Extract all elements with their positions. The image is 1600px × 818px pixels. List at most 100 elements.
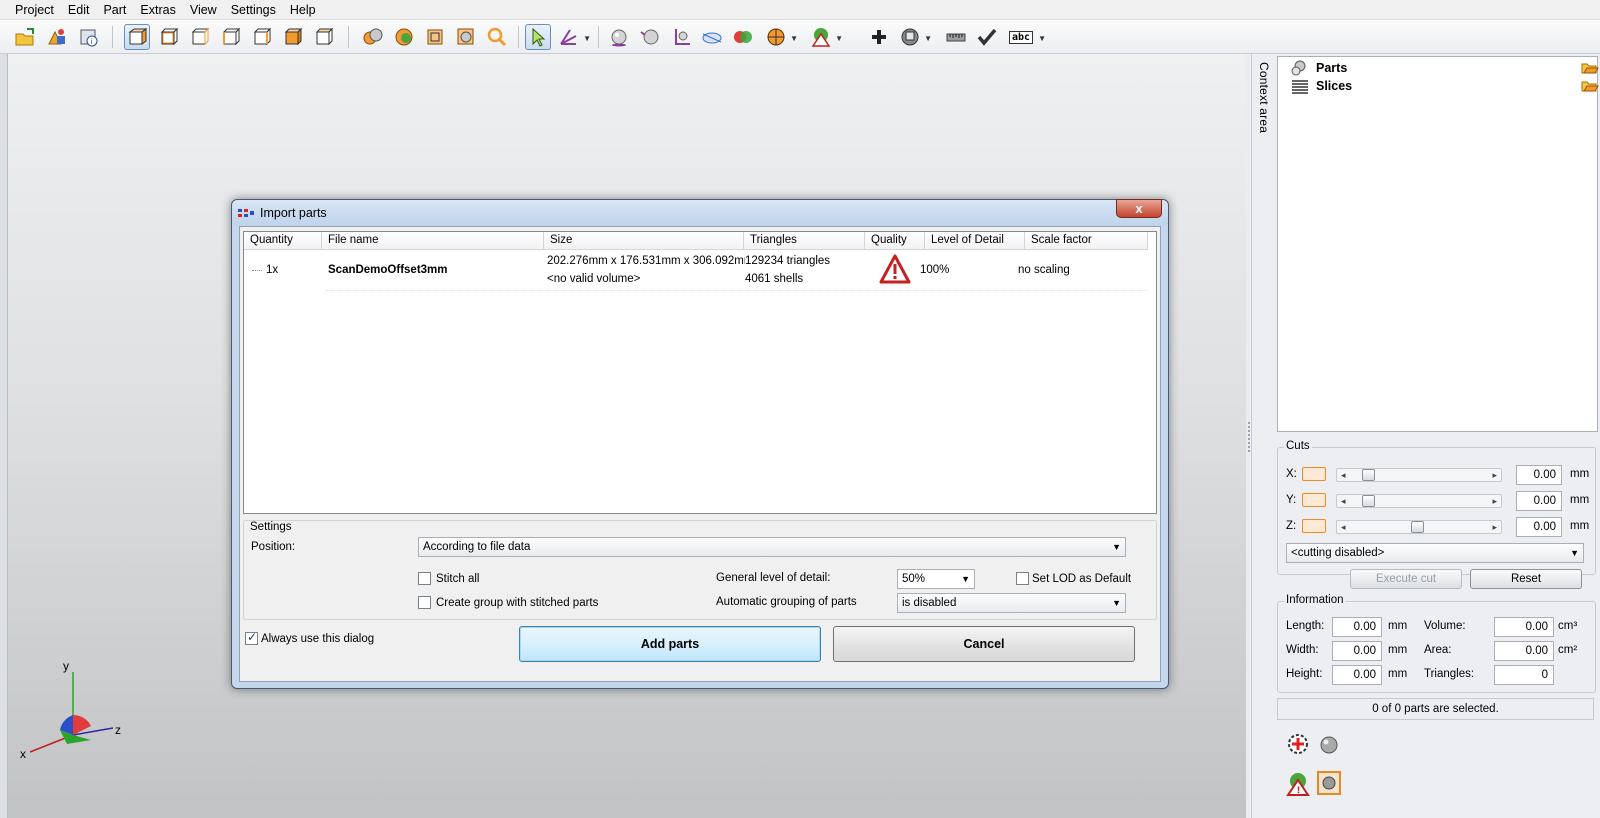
sphere-icon[interactable] — [606, 24, 632, 50]
cut-x-toggle[interactable] — [1302, 467, 1326, 481]
tree-label-parts: Parts — [1316, 61, 1348, 75]
auto-group-label: Automatic grouping of parts — [716, 596, 857, 608]
view-top-icon[interactable] — [279, 24, 305, 50]
col-quantity[interactable]: Quantity — [244, 232, 322, 250]
fix-warning-icon[interactable]: ! — [1285, 771, 1311, 800]
add-part-icon[interactable] — [43, 24, 69, 50]
open-project-icon[interactable] — [12, 24, 38, 50]
view-left-icon[interactable] — [217, 24, 243, 50]
cancel-button[interactable]: Cancel — [833, 626, 1135, 662]
menu-edit[interactable]: Edit — [61, 0, 97, 20]
file-name-cell: ScanDemoOffset3mm — [328, 264, 448, 276]
select-arrow-icon[interactable] — [525, 24, 551, 50]
cut-z-slider[interactable]: ◂ ▸ — [1336, 520, 1502, 534]
axis-x-label: x — [20, 747, 26, 760]
cut-x-slider[interactable]: ◂ ▸ — [1336, 468, 1502, 482]
col-quality[interactable]: Quality — [865, 232, 925, 250]
view-front-icon[interactable] — [155, 24, 181, 50]
context-area-strip[interactable]: Context area — [1251, 54, 1275, 818]
position-select[interactable]: According to file data ▼ — [418, 537, 1126, 557]
checkmark-icon[interactable] — [974, 24, 1000, 50]
view-right-icon[interactable] — [248, 24, 274, 50]
cut-x-input[interactable]: 0.00 — [1516, 465, 1562, 485]
sphere-display-icon[interactable] — [1317, 733, 1341, 760]
left-edge — [0, 54, 8, 818]
general-lod-select[interactable]: 50% ▼ — [897, 569, 975, 589]
transform-icon[interactable]: ▼ — [556, 24, 591, 50]
menu-project[interactable]: Project — [8, 0, 61, 20]
auto-group-select[interactable]: is disabled ▼ — [897, 593, 1126, 613]
set-lod-default-checkbox[interactable] — [1016, 572, 1029, 585]
add-icon[interactable] — [866, 24, 892, 50]
cutting-mode-value: <cutting disabled> — [1291, 547, 1385, 559]
menu-help[interactable]: Help — [283, 0, 323, 20]
splitter-handle[interactable] — [1248, 422, 1251, 452]
view-perspective-icon[interactable] — [124, 24, 150, 50]
cut-z-input[interactable]: 0.00 — [1516, 517, 1562, 537]
part-info-icon[interactable]: i — [76, 24, 102, 50]
reset-button[interactable]: Reset — [1470, 569, 1582, 589]
boolean-icon[interactable] — [730, 24, 756, 50]
create-group-checkbox[interactable] — [418, 596, 431, 609]
cut-y-thumb[interactable] — [1361, 495, 1375, 507]
col-file-name[interactable]: File name — [322, 232, 544, 250]
sphere-light-icon[interactable] — [637, 24, 663, 50]
view-back-icon[interactable] — [186, 24, 212, 50]
axes-icon[interactable] — [668, 24, 694, 50]
slice-icon[interactable] — [699, 24, 725, 50]
folder-open-icon[interactable] — [1581, 61, 1599, 75]
col-scale-factor[interactable]: Scale factor — [1025, 232, 1148, 250]
cutting-mode-select[interactable]: <cutting disabled> ▼ — [1286, 543, 1584, 563]
text-label-icon[interactable]: abc ▼ — [1007, 24, 1046, 50]
chevron-down-icon: ▼ — [1570, 548, 1579, 558]
wireframe-icon[interactable] — [422, 24, 448, 50]
cut-x-thumb[interactable] — [1361, 469, 1375, 481]
ruler-icon[interactable] — [943, 24, 969, 50]
col-level-of-detail[interactable]: Level of Detail — [925, 232, 1025, 250]
settings-gear-icon[interactable] — [1285, 731, 1311, 760]
zoom-icon[interactable] — [484, 24, 510, 50]
render-mode-icon[interactable] — [360, 24, 386, 50]
table-row[interactable]: 1x ScanDemoOffset3mm 202.276mm x 176.531… — [244, 251, 1148, 291]
stitch-all-checkbox[interactable] — [418, 572, 431, 585]
cut-y-toggle[interactable] — [1302, 493, 1326, 507]
shaded-icon[interactable] — [391, 24, 417, 50]
menu-part[interactable]: Part — [96, 0, 133, 20]
menu-settings[interactable]: Settings — [224, 0, 283, 20]
cut-y-input[interactable]: 0.00 — [1516, 491, 1562, 511]
auto-group-value: is disabled — [902, 597, 957, 609]
length-value: 0.00 — [1332, 617, 1382, 637]
cut-z-thumb[interactable] — [1411, 521, 1425, 533]
area-value: 0.00 — [1494, 641, 1554, 661]
menu-extras[interactable]: Extras — [133, 0, 182, 20]
width-unit: mm — [1388, 644, 1408, 656]
fix-warning-icon[interactable]: ▼ — [808, 24, 843, 50]
parts-icon — [1291, 60, 1306, 76]
cut-z-toggle[interactable] — [1302, 519, 1326, 533]
mesh-icon[interactable]: ▼ — [897, 24, 932, 50]
cut-y-slider[interactable]: ◂ ▸ — [1336, 494, 1502, 508]
bounding-box-icon[interactable] — [453, 24, 479, 50]
cut-x-label: X: — [1286, 468, 1297, 480]
close-button[interactable]: x — [1116, 199, 1162, 218]
set-lod-default-label: Set LOD as Default — [1032, 573, 1132, 585]
execute-cut-button[interactable]: Execute cut — [1350, 569, 1462, 589]
dialog-titlebar[interactable]: Import parts x — [232, 199, 1168, 226]
view-bottom-icon[interactable] — [310, 24, 336, 50]
close-icon: x — [1135, 201, 1143, 216]
always-use-checkbox[interactable] — [245, 630, 258, 645]
length-unit: mm — [1388, 620, 1408, 632]
section-icon[interactable]: ▼ — [763, 24, 798, 50]
col-size[interactable]: Size — [544, 232, 744, 250]
col-triangles[interactable]: Triangles — [744, 232, 865, 250]
menu-view[interactable]: View — [183, 0, 224, 20]
tree-item-parts[interactable]: Parts — [1288, 59, 1599, 77]
cut-z-label: Z: — [1286, 520, 1297, 532]
tree-item-slices[interactable]: Slices — [1288, 77, 1599, 95]
stitch-all-label: Stitch all — [436, 573, 480, 585]
add-parts-button[interactable]: Add parts — [519, 626, 821, 662]
folder-open-icon[interactable] — [1581, 79, 1599, 93]
volume-value: 0.00 — [1494, 617, 1554, 637]
mesh-view-icon[interactable] — [1317, 771, 1341, 795]
tree-line — [252, 270, 262, 271]
